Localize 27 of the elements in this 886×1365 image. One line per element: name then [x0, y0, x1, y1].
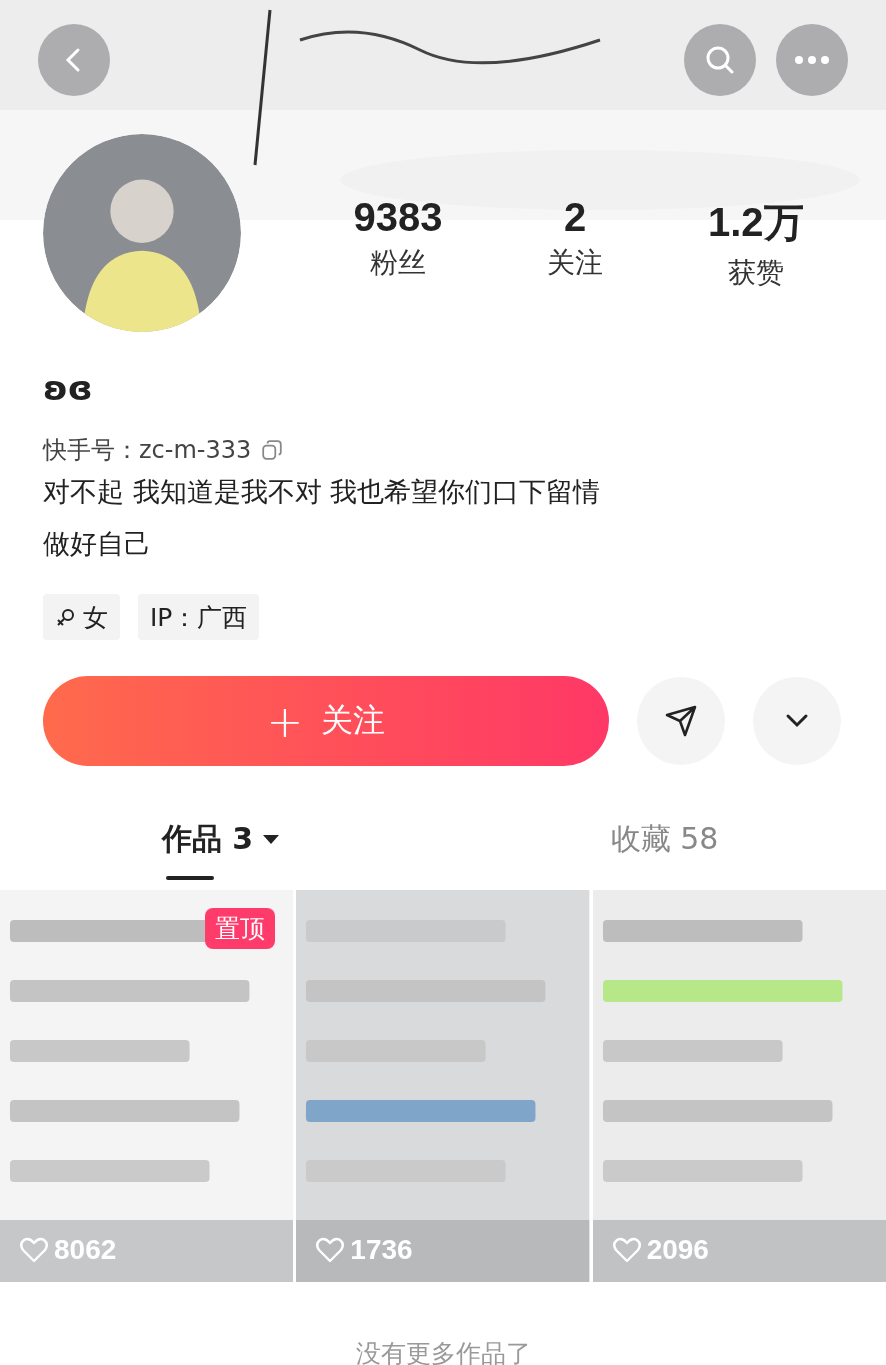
user-name: ʚɞ — [43, 368, 94, 410]
pinned-badge: 置顶 — [205, 908, 275, 949]
stat-label: 关注 — [547, 244, 604, 281]
like-count: 2096 — [646, 1234, 709, 1266]
profile-tag: 女 — [43, 594, 120, 640]
profile-tag: IP：广西 — [138, 594, 260, 640]
account-id: 快手号：zc-m-333 — [43, 435, 252, 466]
follow-button[interactable]: + 关注 — [43, 676, 609, 766]
more-icon — [794, 55, 830, 65]
like-count: 1736 — [350, 1234, 413, 1266]
bio-text: 对不起 我知道是我不对 我也希望你们口下留情 — [43, 475, 602, 509]
avatar[interactable] — [43, 134, 241, 332]
stat-label: 粉丝 — [369, 244, 426, 281]
stat-count: 1.2万 — [707, 198, 804, 246]
bio-text: 做好自己 — [43, 527, 152, 561]
stat-count: 2 — [564, 194, 587, 240]
heart-icon — [20, 1237, 48, 1263]
tab[interactable]: 作品 3 — [0, 810, 443, 882]
female-icon — [55, 606, 77, 628]
stat-label: 获赞 — [727, 254, 784, 291]
stat-count: 9383 — [353, 194, 443, 240]
heart-icon — [316, 1237, 345, 1263]
tab[interactable]: 收藏 58 — [443, 810, 886, 882]
like-count: 8062 — [54, 1234, 117, 1266]
copy-icon[interactable] — [261, 439, 284, 461]
caret-down-icon — [261, 832, 282, 846]
heart-icon — [612, 1237, 641, 1263]
